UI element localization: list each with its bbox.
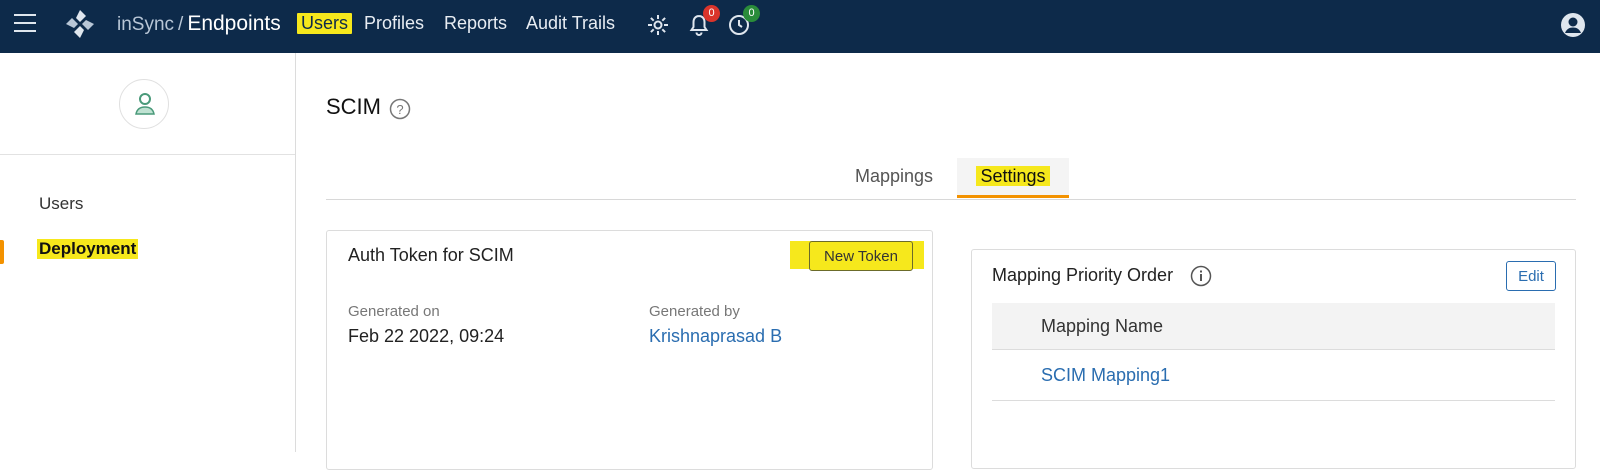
notifications-count-badge: 0 xyxy=(703,5,720,22)
nav-reports[interactable]: Reports xyxy=(444,13,507,34)
tabs-divider xyxy=(326,199,1576,200)
activity-count-badge: 0 xyxy=(743,5,760,22)
mapping-priority-card: Mapping Priority Order Edit Mapping Name… xyxy=(971,249,1576,469)
hamburger-menu-icon[interactable] xyxy=(14,14,36,32)
brand-product: Endpoints xyxy=(187,12,281,35)
sidebar-item-users[interactable]: Users xyxy=(39,194,83,214)
table-header: Mapping Name xyxy=(992,303,1555,350)
nav-profiles[interactable]: Profiles xyxy=(364,13,424,34)
sidebar-divider xyxy=(0,154,295,155)
sidebar-avatar xyxy=(119,79,169,129)
page-title: SCIM xyxy=(326,94,381,119)
insync-logo-icon[interactable] xyxy=(64,8,96,40)
help-icon[interactable]: ? xyxy=(389,98,411,120)
auth-token-title: Auth Token for SCIM xyxy=(348,245,514,265)
tab-settings[interactable]: Settings xyxy=(957,158,1069,198)
tab-mappings[interactable]: Mappings xyxy=(855,158,933,198)
user-icon xyxy=(135,93,155,115)
nav-users[interactable]: Users xyxy=(297,13,353,34)
edit-button[interactable]: Edit xyxy=(1506,261,1556,291)
nav-audit-trails[interactable]: Audit Trails xyxy=(526,13,615,34)
sidebar-item-deployment[interactable]: Deployment xyxy=(37,239,139,259)
auth-token-card: Auth Token for SCIM New Token Generated … xyxy=(326,230,933,470)
brand-separator: / xyxy=(178,14,184,35)
generated-on-value: Feb 22 2022, 09:24 xyxy=(348,326,505,346)
gear-icon[interactable] xyxy=(646,13,670,37)
product-breadcrumb: inSync / Endpoints xyxy=(117,12,281,36)
generated-by-label: Generated by xyxy=(649,303,740,320)
mapping-name-link[interactable]: SCIM Mapping1 xyxy=(1041,365,1170,386)
user-avatar-icon[interactable] xyxy=(1560,12,1586,38)
new-token-button[interactable]: New Token xyxy=(809,241,913,271)
sidebar-active-indicator xyxy=(0,240,4,264)
info-icon[interactable] xyxy=(1190,265,1212,287)
notifications-button[interactable]: 0 xyxy=(687,5,720,37)
mapping-priority-title: Mapping Priority Order xyxy=(992,265,1174,285)
top-navigation-bar: inSync / Endpoints Users Profiles Reports … xyxy=(0,0,1600,53)
tab-settings-label: Settings xyxy=(976,166,1050,186)
generated-by-link[interactable]: Krishnaprasad B xyxy=(649,326,782,347)
activity-button[interactable]: 0 xyxy=(727,5,760,37)
brand-prefix: inSync xyxy=(117,14,175,35)
table-row: SCIM Mapping1 xyxy=(992,350,1555,401)
sidebar: Users Deployment xyxy=(0,53,296,452)
svg-text:?: ? xyxy=(396,102,403,117)
generated-on-label: Generated on xyxy=(348,303,440,320)
column-header-mapping-name[interactable]: Mapping Name xyxy=(1041,316,1163,337)
